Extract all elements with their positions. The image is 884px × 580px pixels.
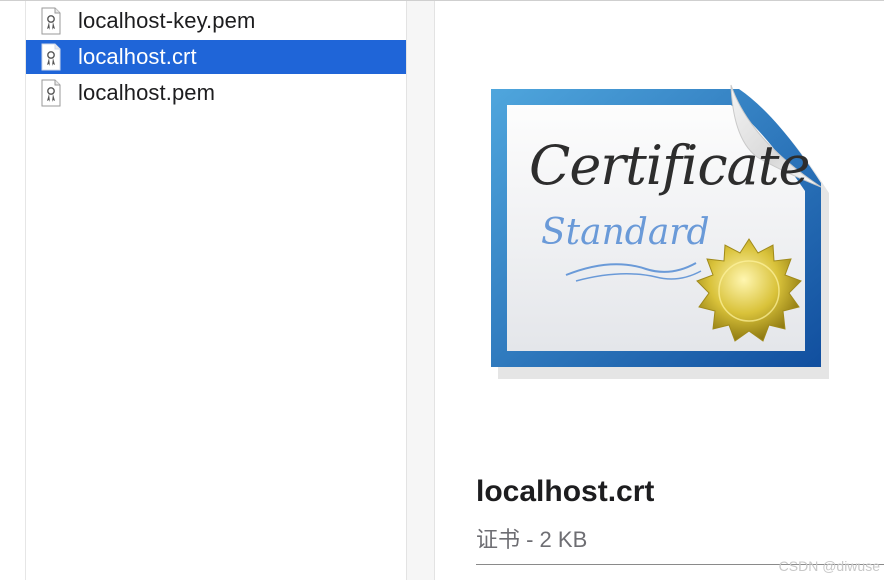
sidebar-gutter (0, 1, 26, 580)
preview-file-name: localhost.crt (476, 475, 655, 508)
file-name: localhost.pem (78, 80, 216, 105)
file-row-localhost-key-pem[interactable]: localhost-key.pem (26, 3, 406, 39)
file-list: localhost-key.pem localhost.crt localhos… (26, 3, 406, 111)
preview-pane: Certificate Standard localhost.crt 证书 - … (436, 1, 884, 580)
certificate-document-icon: Certificate Standard (491, 84, 829, 379)
certificate-heading-art: Certificate (529, 134, 809, 197)
certificate-file-icon (41, 79, 61, 107)
file-name: localhost-key.pem (78, 8, 256, 33)
file-list-column[interactable]: localhost-key.pem localhost.crt localhos… (26, 1, 406, 580)
watermark: CSDN @diwuse (778, 558, 880, 574)
finder-window: localhost-key.pem localhost.crt localhos… (0, 0, 884, 580)
file-name: localhost.crt (78, 44, 197, 69)
certificate-file-icon (41, 7, 61, 35)
certificate-file-icon (41, 43, 61, 71)
preview-file-kind-size: 证书 - 2 KB (476, 527, 588, 552)
column-resize-divider[interactable] (406, 1, 435, 580)
file-row-localhost-crt[interactable]: localhost.crt (26, 40, 406, 74)
file-row-localhost-pem[interactable]: localhost.pem (26, 75, 406, 111)
certificate-subheading-art: Standard (541, 212, 710, 253)
